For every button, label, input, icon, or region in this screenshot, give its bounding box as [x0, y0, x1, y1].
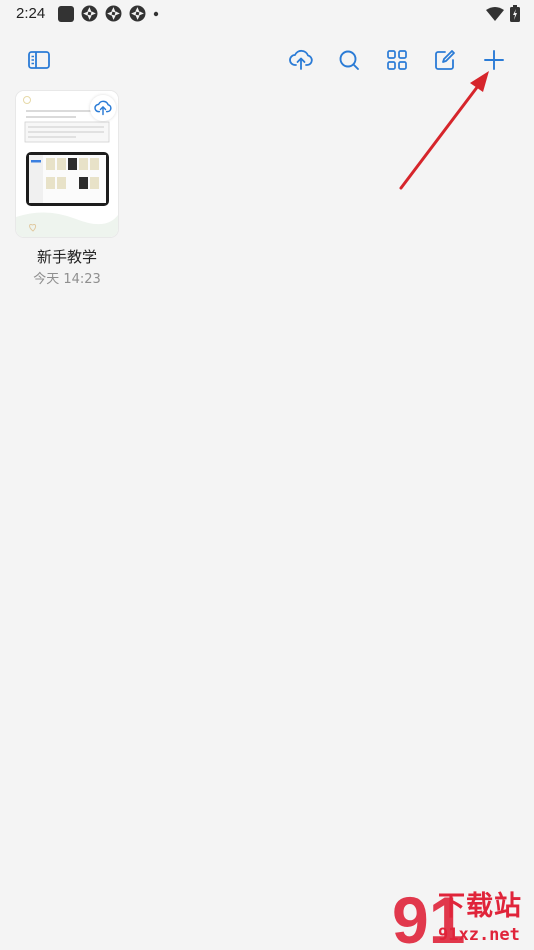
edit-note-icon — [435, 50, 455, 70]
top-toolbar — [0, 42, 534, 80]
status-system-icons — [486, 5, 520, 22]
status-bar: 2:24 — [0, 0, 534, 28]
status-notification-icons — [58, 5, 159, 22]
search-button[interactable] — [331, 42, 367, 78]
add-button[interactable] — [476, 42, 512, 78]
grid-view-icon — [387, 50, 407, 70]
note-card[interactable] — [16, 91, 118, 237]
plus-icon — [484, 50, 504, 70]
aperture-icon — [105, 5, 122, 22]
sidebar-toggle-button[interactable] — [21, 42, 57, 78]
watermark-text: 下载站 — [438, 891, 522, 922]
status-time: 2:24 — [16, 5, 46, 22]
new-note-button[interactable] — [427, 42, 463, 78]
cloud-sync-badge — [90, 95, 116, 121]
watermark-domain: 91xz.net — [438, 925, 520, 945]
grid-view-button[interactable] — [379, 42, 415, 78]
note-timestamp: 今天 14:23 — [33, 272, 101, 287]
search-icon — [339, 50, 359, 70]
dot-icon — [153, 11, 159, 16]
note-title[interactable]: 新手教学 — [16, 246, 118, 267]
app-square-icon — [58, 5, 74, 22]
battery-charging-icon — [510, 5, 520, 22]
aperture-icon — [129, 5, 146, 22]
aperture-icon — [81, 5, 98, 22]
cloud-sync-button[interactable] — [283, 42, 319, 78]
sidebar-toggle-icon — [28, 51, 50, 69]
cloud-upload-icon — [289, 49, 313, 70]
wifi-icon — [486, 6, 504, 21]
cloud-upload-icon — [94, 100, 112, 116]
